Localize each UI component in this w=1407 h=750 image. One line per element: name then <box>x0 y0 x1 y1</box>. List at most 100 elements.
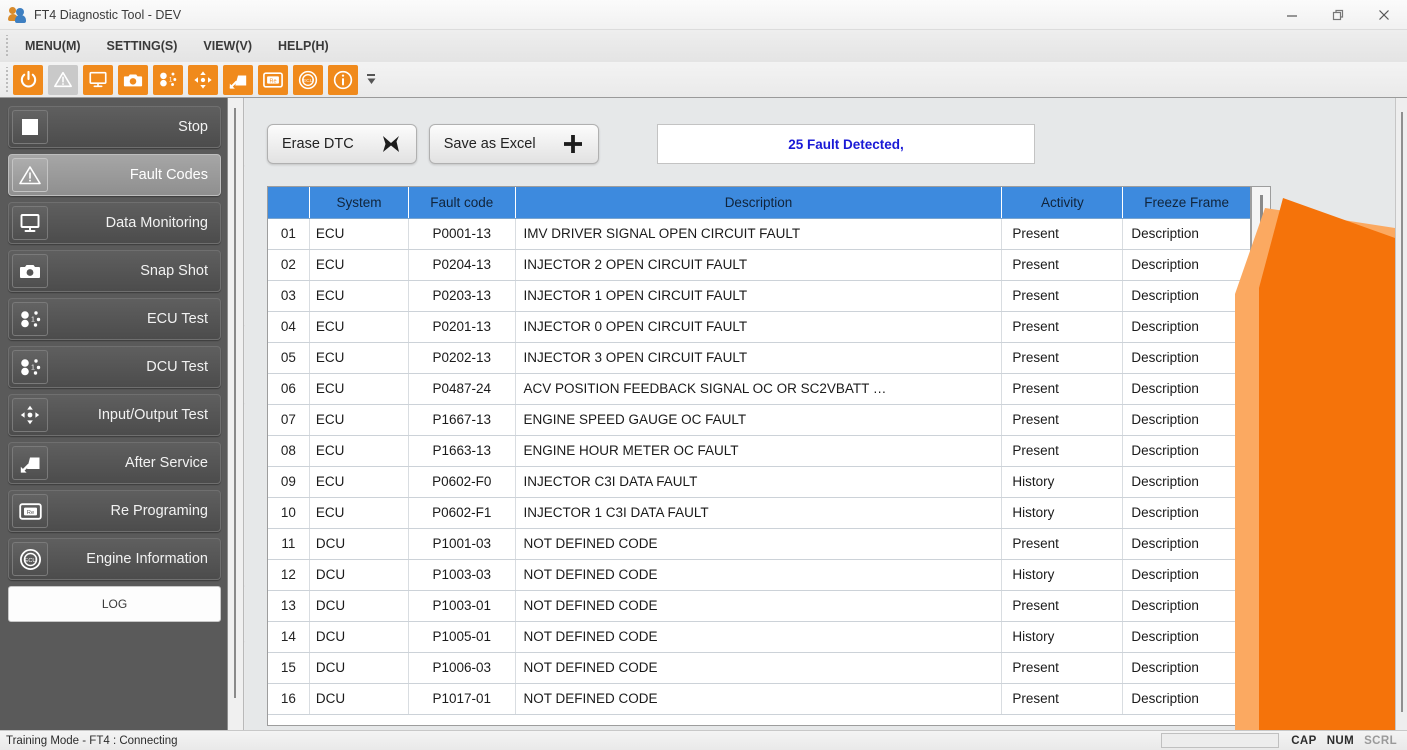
ecu-test-icon: 1 <box>12 302 48 336</box>
cell-system: ECU <box>309 497 410 529</box>
cell-fault-code: P1663-13 <box>408 435 516 467</box>
warning-icon[interactable] <box>48 64 78 95</box>
sidebar-item-dcu-test[interactable]: 1 DCU Test <box>8 346 221 388</box>
cell-freeze-frame[interactable]: Description <box>1122 218 1250 250</box>
table-row[interactable]: 15 DCU P1006-03 NOT DEFINED CODE Present Desc… <box>268 652 1250 684</box>
table-row[interactable]: 06 ECU P0487-24 ACV POSITION FEEDBACK SIGNA… <box>268 373 1250 405</box>
close-icon[interactable] <box>1361 0 1407 30</box>
after-service-icon[interactable] <box>223 64 253 95</box>
content-right-scrollbar[interactable] <box>1395 98 1407 730</box>
menu-setting[interactable]: SETTING(S) <box>95 35 190 57</box>
menu-help[interactable]: HELP(H) <box>266 35 341 57</box>
sidebar-item-ecu-test[interactable]: 1 ECU Test <box>8 298 221 340</box>
column-header-system[interactable]: System <box>309 187 410 219</box>
sidebar-item-input-output-test[interactable]: Input/Output Test <box>8 394 221 436</box>
table-row[interactable]: 02 ECU P0204-13 INJECTOR 2 OPEN CIRCUIT FAU… <box>268 249 1250 281</box>
cell-freeze-frame[interactable]: Description <box>1122 590 1250 622</box>
svg-text:ECU: ECU <box>303 78 314 84</box>
cell-freeze-frame[interactable]: Description <box>1122 621 1250 653</box>
log-button[interactable]: LOG <box>8 586 221 622</box>
camera-icon[interactable] <box>118 64 148 95</box>
cell-freeze-frame[interactable]: Description <box>1122 342 1250 374</box>
cell-index: 16 <box>268 683 310 715</box>
table-row[interactable]: 04 ECU P0201-13 INJECTOR 0 OPEN CIRCUIT FAU… <box>268 311 1250 343</box>
input-output-icon[interactable] <box>188 64 218 95</box>
erase-dtc-label: Erase DTC <box>282 136 354 152</box>
sidebar-item-re-programing[interactable]: Re Re Programing <box>8 490 221 532</box>
save-as-excel-button[interactable]: Save as Excel <box>428 124 599 164</box>
camera-icon <box>12 254 48 288</box>
menu-menu[interactable]: MENU(M) <box>13 35 93 57</box>
cell-freeze-frame[interactable]: Description <box>1122 373 1250 405</box>
cell-freeze-frame[interactable]: Description <box>1122 683 1250 715</box>
cell-freeze-frame[interactable]: Description <box>1122 497 1250 529</box>
sidebar-item-snap-shot[interactable]: Snap Shot <box>8 250 221 292</box>
after-service-icon <box>12 446 48 480</box>
cell-fault-code: P1005-01 <box>408 621 516 653</box>
cell-system: DCU <box>309 528 410 560</box>
table-row[interactable]: 01 ECU P0001-13 IMV DRIVER SIGNAL OPEN CIRC… <box>268 218 1250 250</box>
table-row[interactable]: 10 ECU P0602-F1 INJECTOR 1 C3I DATA FAULT Hi… <box>268 497 1250 529</box>
cell-freeze-frame[interactable]: Description <box>1122 435 1250 467</box>
table-scrollbar-thumb[interactable] <box>1260 195 1263 307</box>
sidebar-item-data-monitoring[interactable]: Data Monitoring <box>8 202 221 244</box>
column-header-index[interactable] <box>268 187 310 219</box>
sidebar-item-label: Re Programing <box>110 503 208 519</box>
engine-info-icon[interactable]: ECU <box>293 64 323 95</box>
cell-freeze-frame[interactable]: Description <box>1122 404 1250 436</box>
minimize-icon[interactable] <box>1269 0 1315 30</box>
cell-freeze-frame[interactable]: Description <box>1122 528 1250 560</box>
fault-code-table: System Fault code Description Activity F… <box>268 187 1250 715</box>
table-row[interactable]: 05 ECU P0202-13 INJECTOR 3 OPEN CIRCUIT FAU… <box>268 342 1250 374</box>
power-icon[interactable] <box>13 64 43 95</box>
cell-freeze-frame[interactable]: Description <box>1122 652 1250 684</box>
menu-drag-handle[interactable] <box>2 35 13 57</box>
cell-freeze-frame[interactable]: Description <box>1122 280 1250 312</box>
toolbar-drag-handle[interactable] <box>2 66 13 93</box>
sidebar-item-after-service[interactable]: After Service <box>8 442 221 484</box>
table-row[interactable]: 11 DCU P1001-03 NOT DEFINED CODE Present Desc… <box>268 528 1250 560</box>
cell-freeze-frame[interactable]: Description <box>1122 249 1250 281</box>
table-row[interactable]: 09 ECU P0602-F0 INJECTOR C3I DATA FAULT Hist… <box>268 466 1250 498</box>
table-row[interactable]: 08 ECU P1663-13 ENGINE HOUR METER OC FAULT P… <box>268 435 1250 467</box>
sidebar-item-label: Input/Output Test <box>97 407 208 423</box>
toolbar-overflow-icon[interactable] <box>364 64 378 96</box>
cell-index: 11 <box>268 528 310 560</box>
cell-description: NOT DEFINED CODE <box>515 683 1003 715</box>
table-row[interactable]: 07 ECU P1667-13 ENGINE SPEED GAUGE OC FAULT… <box>268 404 1250 436</box>
sidebar-item-engine-information[interactable]: ECU Engine Information <box>8 538 221 580</box>
sidebar-item-stop[interactable]: Stop <box>8 106 221 148</box>
table-header: System Fault code Description Activity F… <box>268 187 1250 219</box>
cell-fault-code: P0201-13 <box>408 311 516 343</box>
table-scrollbar[interactable] <box>1251 186 1271 726</box>
cell-freeze-frame[interactable]: Description <box>1122 466 1250 498</box>
reprogram-icon[interactable]: Re <box>258 64 288 95</box>
content-right-scrollbar-thumb[interactable] <box>1401 112 1403 712</box>
sidebar-item-label: Data Monitoring <box>105 215 208 231</box>
table-row[interactable]: 13 DCU P1003-01 NOT DEFINED CODE Present Desc… <box>268 590 1250 622</box>
column-header-freeze-frame[interactable]: Freeze Frame <box>1122 187 1250 219</box>
cell-description: INJECTOR 1 C3I DATA FAULT <box>515 497 1003 529</box>
menu-view[interactable]: VIEW(V) <box>191 35 264 57</box>
cell-description: INJECTOR 3 OPEN CIRCUIT FAULT <box>515 342 1003 374</box>
cell-freeze-frame[interactable]: Description <box>1122 311 1250 343</box>
content-panel: Erase DTC Save as Excel 25 Fault Detecte… <box>245 98 1407 730</box>
erase-dtc-button[interactable]: Erase DTC <box>267 124 417 164</box>
cell-freeze-frame[interactable]: Description <box>1122 559 1250 591</box>
column-header-fault-code[interactable]: Fault code <box>408 187 516 219</box>
table-row[interactable]: 12 DCU P1003-03 NOT DEFINED CODE History Desc… <box>268 559 1250 591</box>
table-row[interactable]: 16 DCU P1017-01 NOT DEFINED CODE Present Desc… <box>268 683 1250 715</box>
information-icon[interactable] <box>328 64 358 95</box>
sidebar-scrollbar[interactable] <box>228 98 244 730</box>
sidebar-scrollbar-thumb[interactable] <box>234 108 236 698</box>
monitor-icon[interactable] <box>83 64 113 95</box>
table-row[interactable]: 03 ECU P0203-13 INJECTOR 1 OPEN CIRCUIT FAU… <box>268 280 1250 312</box>
cell-description: INJECTOR 0 OPEN CIRCUIT FAULT <box>515 311 1003 343</box>
column-header-activity[interactable]: Activity <box>1001 187 1124 219</box>
table-row[interactable]: 14 DCU P1005-01 NOT DEFINED CODE History Desc… <box>268 621 1250 653</box>
restore-icon[interactable] <box>1315 0 1361 30</box>
ecu-test-icon[interactable]: 1 <box>153 64 183 95</box>
cell-description: INJECTOR 2 OPEN CIRCUIT FAULT <box>515 249 1003 281</box>
sidebar-item-fault-codes[interactable]: Fault Codes <box>8 154 221 196</box>
column-header-description[interactable]: Description <box>515 187 1003 219</box>
